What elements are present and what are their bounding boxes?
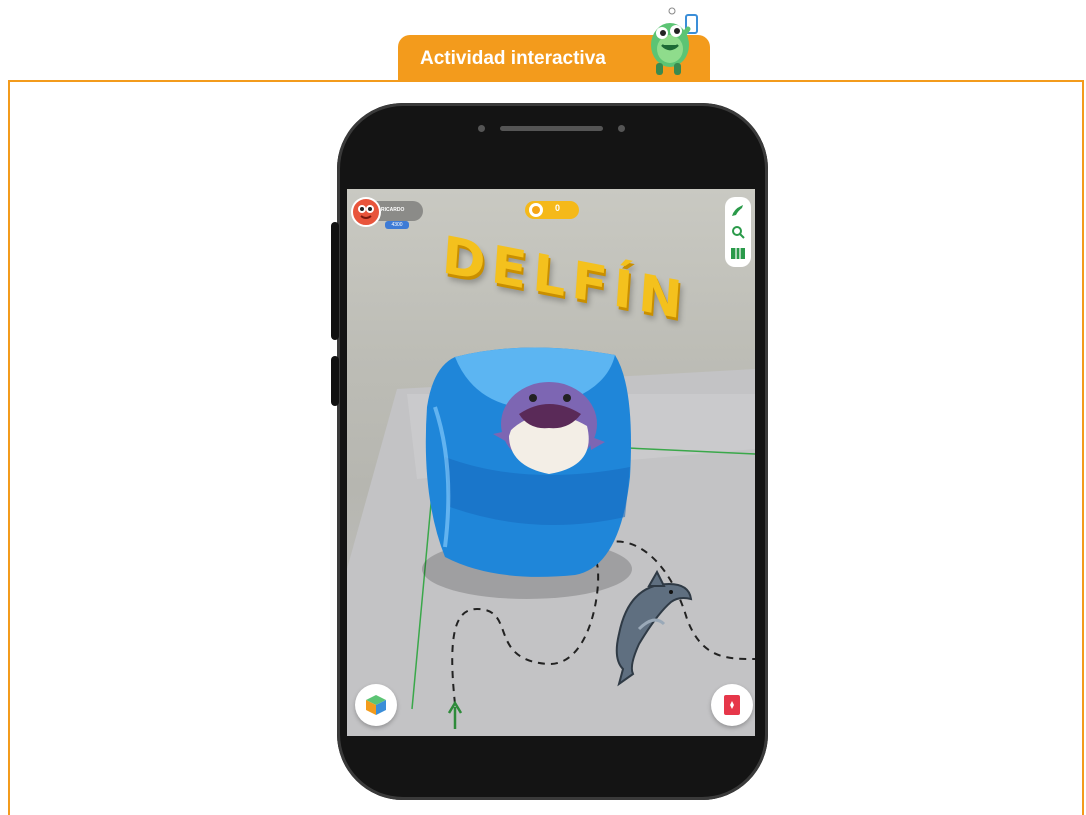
user-name: RICARDO [381, 207, 405, 213]
map-icon[interactable] [730, 245, 746, 261]
card-icon [724, 695, 740, 715]
activity-title: Actividad interactiva [420, 48, 606, 69]
coin-icon [529, 203, 543, 217]
side-toolbar [725, 197, 751, 267]
blocks-button[interactable] [355, 684, 397, 726]
search-icon[interactable] [730, 224, 746, 240]
user-score: 4300 [385, 221, 409, 229]
app-screen: RICARDO 4300 0 DELFÍN [347, 189, 755, 736]
red-monster-avatar-icon[interactable] [351, 197, 381, 227]
phone-speaker [500, 126, 603, 131]
coin-count: 0 [555, 203, 561, 213]
coin-counter: 0 [525, 201, 579, 219]
phone-camera [618, 125, 625, 132]
card-button[interactable] [711, 684, 753, 726]
green-monster-with-phone-icon [651, 7, 698, 75]
dolphin-silhouette-icon[interactable] [730, 203, 746, 219]
phone-sensor [478, 125, 485, 132]
phone-power-button [331, 356, 339, 406]
blocks-icon [366, 695, 386, 715]
phone-volume-button [331, 222, 339, 340]
activity-header-tab: Actividad interactiva [398, 7, 710, 82]
